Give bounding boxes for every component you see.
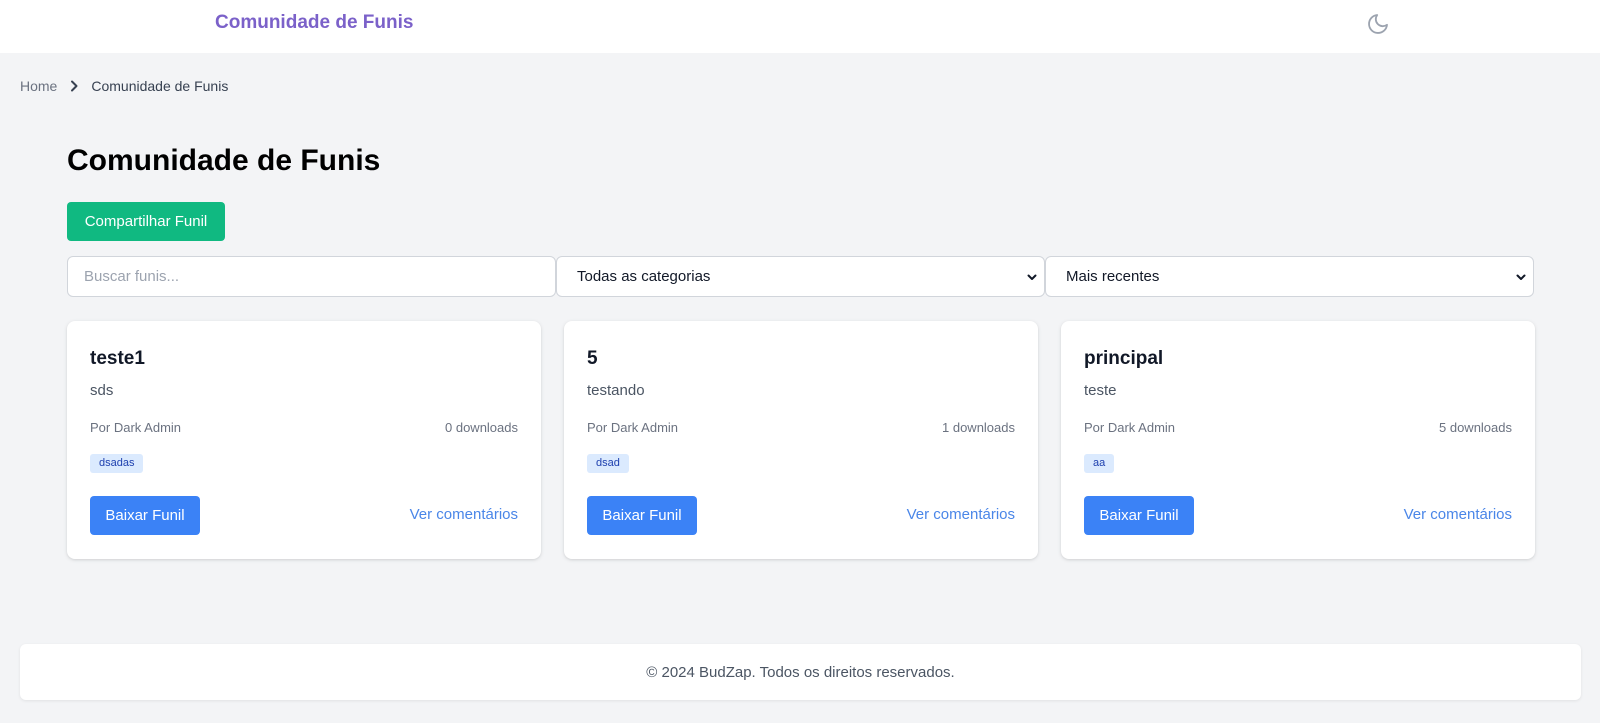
footer-copyright: © 2024 BudZap. Todos os direitos reserva…: [646, 663, 955, 681]
chevron-right-icon: [69, 80, 79, 92]
category-select-value: Todas as categorias: [577, 268, 711, 285]
filter-bar: Todas as categorias Mais recentes: [67, 256, 1535, 297]
breadcrumb-current: Comunidade de Funis: [91, 78, 229, 94]
funnel-card: teste1 sds Por Dark Admin 0 downloads ds…: [67, 321, 541, 559]
search-input[interactable]: [67, 256, 556, 297]
top-navbar: Comunidade de Funis: [0, 0, 1600, 53]
funnel-card: 5 testando Por Dark Admin 1 downloads ds…: [564, 321, 1038, 559]
brand-title[interactable]: Comunidade de Funis: [215, 12, 413, 34]
download-funnel-button[interactable]: Baixar Funil: [90, 496, 200, 535]
funnel-download-count: 0 downloads: [445, 420, 518, 435]
view-comments-link[interactable]: Ver comentários: [907, 506, 1015, 523]
download-funnel-button[interactable]: Baixar Funil: [1084, 496, 1194, 535]
chevron-down-icon: [1026, 270, 1038, 287]
funnel-title: 5: [587, 348, 598, 369]
funnel-author: Por Dark Admin: [587, 420, 679, 435]
funnel-tag: dsadas: [90, 454, 144, 473]
funnel-title: principal: [1084, 348, 1164, 369]
funnel-title: teste1: [90, 348, 145, 369]
funnel-description: teste: [1084, 382, 1117, 399]
funnel-download-count: 1 downloads: [942, 420, 1015, 435]
category-select[interactable]: Todas as categorias: [556, 256, 1045, 297]
sort-select[interactable]: Mais recentes: [1045, 256, 1534, 297]
funnel-download-count: 5 downloads: [1439, 420, 1512, 435]
view-comments-link[interactable]: Ver comentários: [410, 506, 518, 523]
funnel-description: testando: [587, 382, 645, 399]
funnel-card: principal teste Por Dark Admin 5 downloa…: [1061, 321, 1535, 559]
page-title: Comunidade de Funis: [67, 144, 381, 177]
download-funnel-button[interactable]: Baixar Funil: [587, 496, 697, 535]
moon-icon[interactable]: [1366, 12, 1390, 36]
breadcrumb-home-link[interactable]: Home: [20, 78, 57, 94]
sort-select-value: Mais recentes: [1066, 268, 1160, 285]
share-funnel-button[interactable]: Compartilhar Funil: [67, 202, 225, 241]
funnel-author: Por Dark Admin: [1084, 420, 1176, 435]
funnel-description: sds: [90, 382, 114, 399]
footer: © 2024 BudZap. Todos os direitos reserva…: [20, 644, 1581, 700]
view-comments-link[interactable]: Ver comentários: [1404, 506, 1512, 523]
funnel-author: Por Dark Admin: [90, 420, 182, 435]
funnel-tag: aa: [1084, 454, 1115, 473]
breadcrumb: Home Comunidade de Funis: [20, 78, 228, 94]
funnel-tag: dsad: [587, 454, 629, 473]
chevron-down-icon: [1515, 270, 1527, 287]
